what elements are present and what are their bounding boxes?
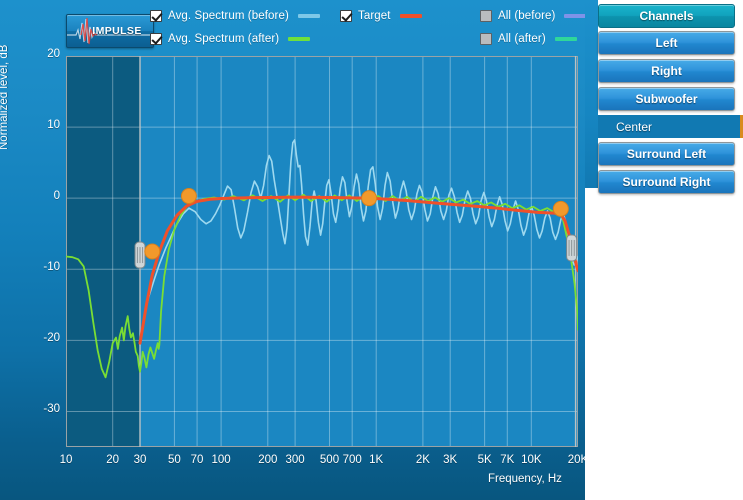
x-axis-label: Frequency, Hz bbox=[488, 473, 562, 485]
legend-item-target[interactable]: Target bbox=[340, 9, 480, 22]
checkbox-all-after[interactable] bbox=[480, 32, 492, 45]
channel-button-surround-left[interactable]: Surround Left bbox=[598, 142, 735, 166]
x-tick-label: 10K bbox=[521, 454, 542, 466]
channel-button-subwoofer[interactable]: Subwoofer bbox=[598, 87, 735, 111]
impulse-button-label: IMPULSE bbox=[92, 25, 142, 37]
legend-label: Target bbox=[358, 9, 391, 22]
x-tick-label: 20 bbox=[106, 454, 120, 466]
y-tick-label: -30 bbox=[43, 403, 60, 416]
channels-header: Channels bbox=[598, 4, 735, 28]
legend-item-all-before[interactable]: All (before) bbox=[480, 9, 587, 22]
legend-item-all-after[interactable]: All (after) bbox=[480, 32, 586, 45]
y-axis-label: Normalized level, dB bbox=[0, 44, 10, 150]
x-tick-label: 70 bbox=[190, 454, 204, 466]
x-tick-label: 200 bbox=[258, 454, 278, 466]
checkbox-all-before[interactable] bbox=[480, 9, 492, 22]
legend-label: All (after) bbox=[498, 32, 546, 45]
x-tick-label: 700 bbox=[342, 454, 362, 466]
spectrum-plot[interactable] bbox=[66, 56, 578, 447]
checkbox-target[interactable] bbox=[340, 9, 352, 22]
x-tick-label: 5K bbox=[477, 454, 492, 466]
x-tick-label: 1K bbox=[369, 454, 384, 466]
legend-swatch-avg-spectrum-after bbox=[288, 36, 311, 41]
channels-panel: Channels Left Right Subwoofer Center Sur… bbox=[585, 0, 743, 500]
x-tick-label: 7K bbox=[500, 454, 515, 466]
x-tick-label: 50 bbox=[168, 454, 181, 466]
x-tick-label: 3K bbox=[443, 454, 458, 466]
legend-swatch-all-after bbox=[554, 36, 577, 41]
channel-button-surround-right[interactable]: Surround Right bbox=[598, 170, 735, 194]
channel-button-center[interactable]: Center bbox=[598, 115, 743, 138]
legend: Avg. Spectrum (before) Target All (befor… bbox=[150, 4, 587, 50]
panel-accent-band bbox=[585, 0, 598, 188]
y-tick-label: -20 bbox=[43, 332, 60, 345]
x-tick-label: 300 bbox=[285, 454, 305, 466]
legend-label: All (before) bbox=[498, 9, 556, 22]
analyzer-panel: IMPULSE Avg. Spectrum (before) Target Al… bbox=[0, 0, 588, 500]
legend-swatch-avg-spectrum-before bbox=[297, 13, 320, 18]
room-correction-window: IMPULSE Avg. Spectrum (before) Target Al… bbox=[0, 0, 743, 500]
y-tick-label: 0 bbox=[53, 190, 60, 203]
legend-swatch-target bbox=[399, 13, 422, 18]
spectrum-plot-canvas[interactable] bbox=[66, 56, 578, 447]
legend-label: Avg. Spectrum (before) bbox=[168, 9, 289, 22]
x-tick-label: 2K bbox=[415, 454, 430, 466]
channel-button-left[interactable]: Left bbox=[598, 31, 735, 55]
impulse-button[interactable]: IMPULSE bbox=[66, 14, 154, 48]
channels-list: Channels Left Right Subwoofer Center Sur… bbox=[598, 4, 743, 198]
legend-item-avg-spectrum-after[interactable]: Avg. Spectrum (after) bbox=[150, 32, 340, 45]
y-tick-label: -10 bbox=[43, 261, 60, 274]
checkbox-avg-spectrum-after[interactable] bbox=[150, 32, 162, 45]
x-tick-label: 500 bbox=[319, 454, 340, 466]
x-tick-label: 30 bbox=[133, 454, 147, 466]
channel-button-right[interactable]: Right bbox=[598, 59, 735, 83]
x-tick-label: 100 bbox=[211, 454, 231, 466]
checkbox-avg-spectrum-before[interactable] bbox=[150, 9, 162, 22]
x-tick-label: 10 bbox=[59, 454, 73, 466]
legend-label: Avg. Spectrum (after) bbox=[168, 32, 280, 45]
y-tick-label: 10 bbox=[47, 119, 60, 132]
y-tick-label: 20 bbox=[47, 48, 60, 60]
legend-item-avg-spectrum-before[interactable]: Avg. Spectrum (before) bbox=[150, 9, 340, 22]
legend-swatch-all-before bbox=[564, 13, 587, 18]
